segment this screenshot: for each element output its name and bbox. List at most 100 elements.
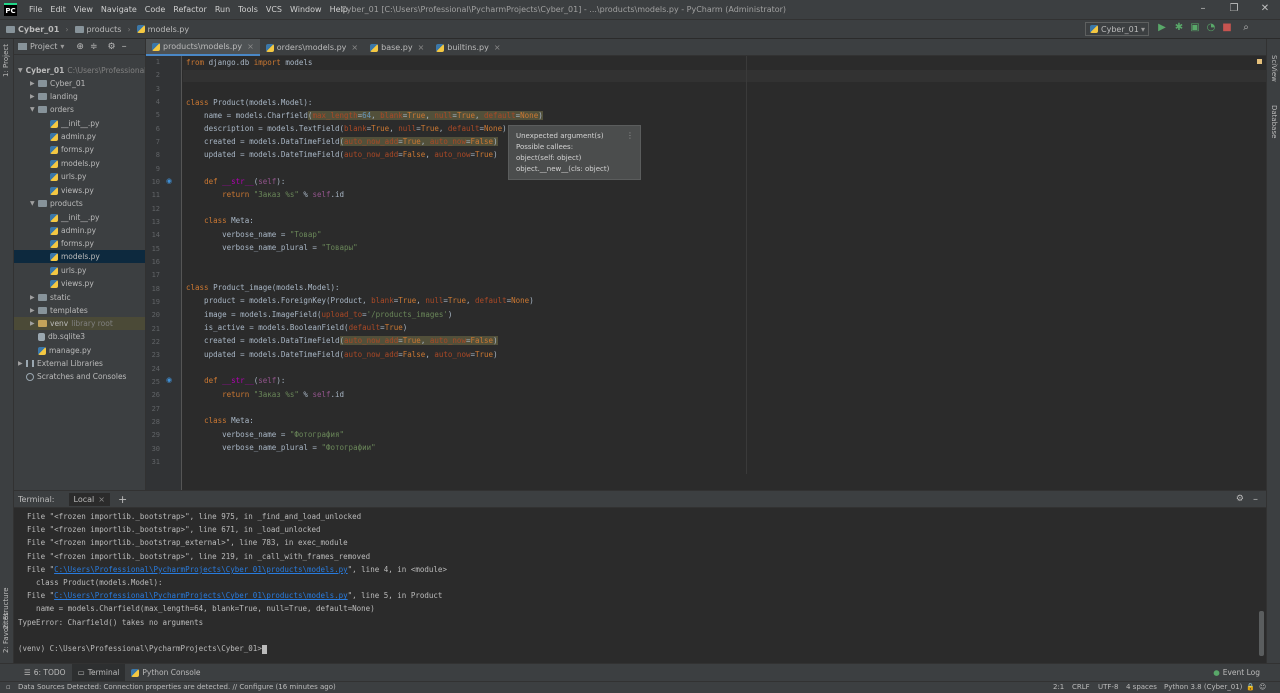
collapse-all-icon[interactable]: ≑ bbox=[90, 42, 98, 52]
status-message-icon[interactable]: ▫ bbox=[6, 683, 11, 691]
tree-item[interactable]: __init__.py bbox=[14, 211, 145, 224]
status-message[interactable]: Data Sources Detected: Connection proper… bbox=[18, 683, 336, 691]
lock-icon[interactable]: 🔒 bbox=[1246, 683, 1255, 691]
stop-icon[interactable]: ■ bbox=[1221, 22, 1233, 33]
menu-tools[interactable]: Tools bbox=[234, 5, 262, 14]
override-gutter-icon[interactable]: ◉ bbox=[166, 376, 172, 384]
menu-refactor[interactable]: Refactor bbox=[169, 5, 211, 14]
coverage-icon[interactable]: ▣ bbox=[1189, 22, 1201, 33]
warning-stripe-icon[interactable] bbox=[1257, 59, 1262, 64]
new-terminal-icon[interactable]: + bbox=[118, 493, 127, 506]
file-link[interactable]: C:\Users\Professional\PycharmProjects\Cy… bbox=[54, 591, 348, 600]
menu-vcs[interactable]: VCS bbox=[262, 5, 286, 14]
gear-icon[interactable]: ⚙ bbox=[1236, 494, 1244, 504]
code-editor[interactable]: 1 2 3 4 5 6 7 8 9 10 11 12 13 14 15 16 17 18 19 20 21 22 23 24 2… bbox=[146, 56, 1266, 490]
tree-item[interactable]: forms.py bbox=[14, 143, 145, 156]
close-tab-icon[interactable]: × bbox=[418, 43, 425, 52]
tree-item[interactable]: ▶ static bbox=[14, 291, 145, 304]
indent-setting[interactable]: 4 spaces bbox=[1126, 683, 1157, 691]
more-options-icon[interactable]: ⋮ bbox=[626, 130, 634, 141]
menu-file[interactable]: File bbox=[25, 5, 46, 14]
menu-run[interactable]: Run bbox=[211, 5, 234, 14]
restore-icon[interactable]: ❐ bbox=[1228, 3, 1240, 14]
tab-base[interactable]: base.py × bbox=[364, 39, 430, 56]
expand-arrow-icon[interactable]: ▼ bbox=[30, 106, 38, 113]
tree-item[interactable]: manage.py bbox=[14, 344, 145, 357]
inspection-icon[interactable]: ☺ bbox=[1259, 683, 1266, 691]
tree-item[interactable]: Scratches and Consoles bbox=[14, 370, 145, 383]
todo-tool-button[interactable]: ☰ 6: TODO bbox=[18, 664, 72, 682]
event-log-tool-button[interactable]: ● Event Log bbox=[1207, 664, 1266, 682]
project-view-selector[interactable]: Project bbox=[30, 42, 57, 51]
file-link[interactable]: C:\Users\Professional\PycharmProjects\Cy… bbox=[54, 565, 348, 574]
hide-panel-icon[interactable]: – bbox=[122, 41, 127, 52]
terminal-tool-button[interactable]: ▭ Terminal bbox=[71, 663, 126, 682]
tree-item[interactable]: models.py bbox=[14, 157, 145, 170]
collapse-arrow-icon[interactable]: ▶ bbox=[30, 80, 38, 87]
favorites-tool-button[interactable]: 2: Favorites bbox=[2, 612, 10, 653]
tree-item[interactable]: ▶ templates bbox=[14, 304, 145, 317]
gear-icon[interactable]: ⚙ bbox=[107, 42, 115, 52]
tab-orders-models[interactable]: orders\models.py × bbox=[260, 39, 364, 56]
database-tool-button[interactable]: Database bbox=[1270, 105, 1278, 138]
profile-icon[interactable]: ◔ bbox=[1205, 22, 1217, 33]
tree-item[interactable]: admin.py bbox=[14, 224, 145, 237]
code-line: name = models.Charfield(max_length=64, b… bbox=[186, 111, 543, 120]
tab-products-models[interactable]: products\models.py × bbox=[146, 39, 260, 56]
tree-item[interactable]: urls.py bbox=[14, 264, 145, 277]
close-icon[interactable]: ✕ bbox=[1259, 3, 1271, 14]
python-interpreter[interactable]: Python 3.8 (Cyber_01) bbox=[1164, 683, 1242, 691]
close-tab-icon[interactable]: × bbox=[98, 495, 105, 504]
collapse-arrow-icon[interactable]: ▶ bbox=[30, 93, 38, 100]
tree-item[interactable]: __init__.py bbox=[14, 117, 145, 130]
collapse-arrow-icon[interactable]: ▶ bbox=[30, 320, 38, 327]
caret-position[interactable]: 2:1 bbox=[1053, 683, 1064, 691]
tree-item[interactable]: ▶ landing bbox=[14, 90, 145, 103]
project-tool-button[interactable]: 1: Project bbox=[2, 44, 10, 77]
collapse-arrow-icon[interactable]: ▶ bbox=[18, 360, 26, 367]
tree-item[interactable]: ▶ venv library root bbox=[14, 317, 145, 330]
line-separator[interactable]: CRLF bbox=[1072, 683, 1090, 691]
tree-item[interactable]: db.sqlite3 bbox=[14, 330, 145, 343]
expand-arrow-icon[interactable]: ▼ bbox=[18, 67, 23, 74]
collapse-arrow-icon[interactable]: ▶ bbox=[30, 307, 38, 314]
breadcrumb-products[interactable]: products bbox=[74, 25, 121, 34]
menu-code[interactable]: Code bbox=[141, 5, 169, 14]
expand-arrow-icon[interactable]: ▼ bbox=[30, 200, 38, 207]
tree-item[interactable]: urls.py bbox=[14, 170, 145, 183]
minimize-icon[interactable]: – bbox=[1197, 3, 1209, 14]
menu-edit[interactable]: Edit bbox=[46, 5, 70, 14]
close-tab-icon[interactable]: × bbox=[494, 43, 501, 52]
tree-item[interactable]: ▼ orders bbox=[14, 103, 145, 116]
close-tab-icon[interactable]: × bbox=[247, 42, 254, 51]
file-encoding[interactable]: UTF-8 bbox=[1098, 683, 1118, 691]
search-everywhere-icon[interactable]: ⌕ bbox=[1240, 22, 1252, 33]
debug-icon[interactable]: ✱ bbox=[1173, 22, 1185, 33]
sciview-tool-button[interactable]: SciView bbox=[1270, 55, 1278, 82]
tree-item[interactable]: models.py bbox=[14, 250, 145, 263]
breadcrumb-file[interactable]: models.py bbox=[136, 25, 189, 34]
menu-navigate[interactable]: Navigate bbox=[97, 5, 141, 14]
run-icon[interactable]: ▶ bbox=[1156, 22, 1168, 33]
tree-item[interactable]: ▼ products bbox=[14, 197, 145, 210]
tab-builtins[interactable]: builtins.py × bbox=[430, 39, 506, 56]
collapse-arrow-icon[interactable]: ▶ bbox=[30, 294, 38, 301]
tree-item[interactable]: forms.py bbox=[14, 237, 145, 250]
menu-view[interactable]: View bbox=[70, 5, 97, 14]
tree-item[interactable]: views.py bbox=[14, 277, 145, 290]
close-tab-icon[interactable]: × bbox=[351, 43, 358, 52]
locate-icon[interactable]: ⊕ bbox=[76, 42, 84, 52]
override-gutter-icon[interactable]: ◉ bbox=[166, 177, 172, 185]
tree-item[interactable]: admin.py bbox=[14, 130, 145, 143]
tree-item[interactable]: ▼ Cyber_01 C:\Users\Professional bbox=[14, 64, 145, 77]
menu-window[interactable]: Window bbox=[286, 5, 326, 14]
breadcrumb-project[interactable]: Cyber_01 bbox=[6, 25, 59, 34]
tree-item[interactable]: ▶ External Libraries bbox=[14, 357, 145, 370]
tree-item[interactable]: ▶ Cyber_01 bbox=[14, 77, 145, 90]
terminal-scrollbar[interactable] bbox=[1259, 611, 1264, 656]
run-config-select[interactable]: Cyber_01 ▾ bbox=[1085, 22, 1149, 36]
hide-panel-icon[interactable]: – bbox=[1253, 494, 1258, 505]
python-console-tool-button[interactable]: Python Console bbox=[125, 664, 206, 682]
tree-item[interactable]: views.py bbox=[14, 184, 145, 197]
terminal-tab-local[interactable]: Local × bbox=[68, 492, 110, 506]
